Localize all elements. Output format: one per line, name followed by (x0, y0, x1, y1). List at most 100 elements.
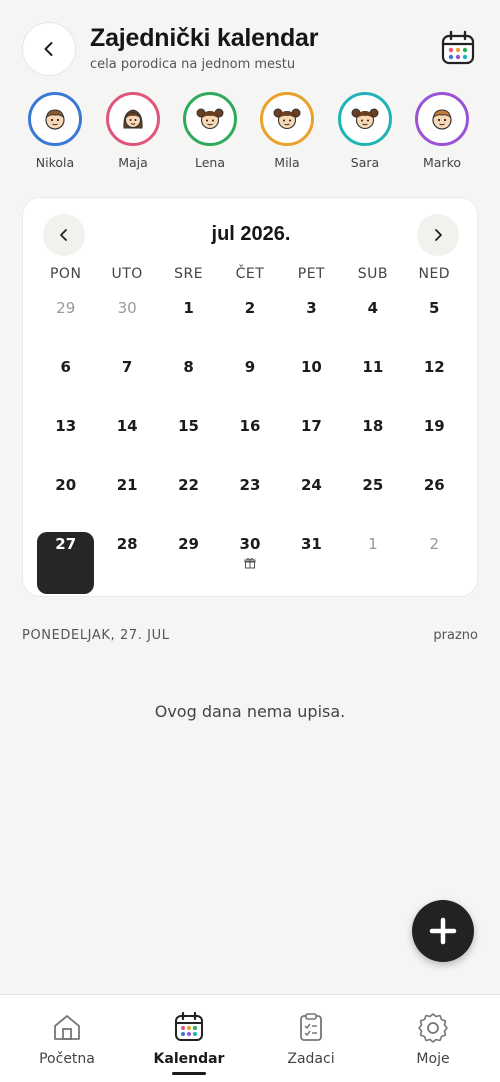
day-cell[interactable]: 13 (35, 414, 96, 473)
nav-label: Moje (416, 1051, 450, 1067)
day-number: 11 (362, 358, 384, 376)
day-cell[interactable]: 17 (281, 414, 342, 473)
day-cell[interactable]: 1 (342, 532, 403, 591)
weekday-header: PON UTO SRE ČET PET SUB NED (35, 266, 465, 282)
girl-pigtails-face-icon (351, 108, 379, 130)
day-number: 1 (183, 299, 194, 317)
day-number: 26 (423, 476, 445, 494)
day-number: 30 (117, 299, 137, 317)
member-maja[interactable]: Maja (98, 92, 168, 170)
day-number: 24 (300, 476, 322, 494)
day-cell[interactable]: 29 (35, 296, 96, 355)
calendar-icon[interactable] (440, 30, 476, 66)
day-cell[interactable]: 29 (158, 532, 219, 591)
boy-face-icon (45, 109, 65, 130)
day-number: 6 (60, 358, 71, 376)
nav-profile[interactable]: Moje (378, 1011, 488, 1067)
weekday-label: PON (49, 266, 82, 282)
avatar (338, 92, 392, 146)
day-cell[interactable]: 10 (281, 355, 342, 414)
calendar-card: jul 2026. PON UTO SRE ČET PET SUB NED 29 30 1 2 3 4… (22, 197, 478, 597)
day-number: 21 (116, 476, 138, 494)
day-cell[interactable]: 28 (96, 532, 157, 591)
day-cell[interactable]: 16 (219, 414, 280, 473)
plus-icon (429, 917, 457, 945)
day-number: 30 (239, 535, 261, 553)
member-marko[interactable]: Marko (407, 92, 477, 170)
day-cell[interactable]: 26 (404, 473, 465, 532)
day-cell[interactable]: 11 (342, 355, 403, 414)
day-cell[interactable]: 30 (219, 532, 280, 591)
day-cell[interactable]: 24 (281, 473, 342, 532)
day-cell[interactable]: 23 (219, 473, 280, 532)
active-indicator (172, 1072, 206, 1075)
day-number: 12 (423, 358, 445, 376)
day-cell[interactable]: 12 (404, 355, 465, 414)
weekday-label: UTO (111, 266, 143, 282)
day-number: 9 (244, 358, 256, 376)
day-cell[interactable]: 20 (35, 473, 96, 532)
avatar (28, 92, 82, 146)
weekday-label: ČET (235, 266, 265, 282)
day-number: 10 (300, 358, 322, 376)
woman-face-icon (123, 109, 143, 129)
page-title: Zajednički kalendar (90, 24, 319, 52)
back-button[interactable] (22, 22, 76, 76)
day-cell[interactable]: 9 (219, 355, 280, 414)
avatar (106, 92, 160, 146)
empty-message: Ovog dana nema upisa. (154, 702, 346, 721)
day-cell[interactable]: 8 (158, 355, 219, 414)
day-cell[interactable]: 18 (342, 414, 403, 473)
day-number: 19 (423, 417, 445, 435)
header: Zajednički kalendar cela porodica na jed… (0, 0, 500, 90)
nav-calendar[interactable]: Kalendar (134, 1011, 244, 1075)
member-lena[interactable]: Lena (175, 92, 245, 170)
avatar (183, 92, 237, 146)
day-cell[interactable]: 22 (158, 473, 219, 532)
member-mila[interactable]: Mila (252, 92, 322, 170)
day-cell[interactable]: 14 (96, 414, 157, 473)
nav-home[interactable]: Početna (12, 1011, 122, 1067)
member-name: Mila (274, 155, 300, 170)
day-number: 22 (178, 476, 199, 494)
day-number: 29 (178, 535, 199, 553)
day-number: 25 (362, 476, 384, 494)
day-cell-selected[interactable]: 27 (37, 532, 95, 594)
weekday-label: NED (418, 266, 451, 282)
clipboard-icon (300, 1013, 322, 1041)
day-number: 18 (362, 417, 384, 435)
next-month-button[interactable] (417, 214, 459, 256)
day-number: 8 (183, 358, 194, 376)
day-cell[interactable]: 2 (404, 532, 465, 591)
member-sara[interactable]: Sara (330, 92, 400, 170)
day-cell[interactable]: 7 (96, 355, 157, 414)
day-cell[interactable]: 25 (342, 473, 403, 532)
boy-face-icon (432, 109, 452, 130)
day-cell[interactable]: 19 (404, 414, 465, 473)
page-subtitle: cela porodica na jednom mestu (90, 57, 296, 72)
member-nikola[interactable]: Nikola (20, 92, 90, 170)
day-cell[interactable]: 3 (281, 296, 342, 355)
day-number: 2 (244, 299, 256, 317)
day-number: 20 (55, 476, 77, 494)
day-cell[interactable]: 6 (35, 355, 96, 414)
family-members: Nikola Maja Lena Mila Sara Marko (0, 92, 500, 177)
day-cell[interactable]: 15 (158, 414, 219, 473)
nav-label: Kalendar (153, 1051, 225, 1067)
add-entry-button[interactable] (412, 900, 474, 962)
nav-tasks[interactable]: Zadaci (256, 1011, 366, 1067)
day-cell[interactable]: 4 (342, 296, 403, 355)
day-number: 17 (300, 417, 322, 435)
day-cell[interactable]: 1 (158, 296, 219, 355)
day-cell[interactable]: 21 (96, 473, 157, 532)
member-name: Marko (422, 155, 462, 170)
day-number: 16 (239, 417, 261, 435)
selected-date: PONEDELJAK, 27. JUL (22, 628, 170, 643)
day-number: 7 (121, 358, 133, 376)
day-number: 4 (367, 299, 379, 317)
day-cell[interactable]: 31 (281, 532, 342, 591)
day-number: 15 (178, 417, 199, 435)
day-cell[interactable]: 2 (219, 296, 280, 355)
day-cell[interactable]: 5 (404, 296, 465, 355)
day-cell[interactable]: 30 (96, 296, 157, 355)
